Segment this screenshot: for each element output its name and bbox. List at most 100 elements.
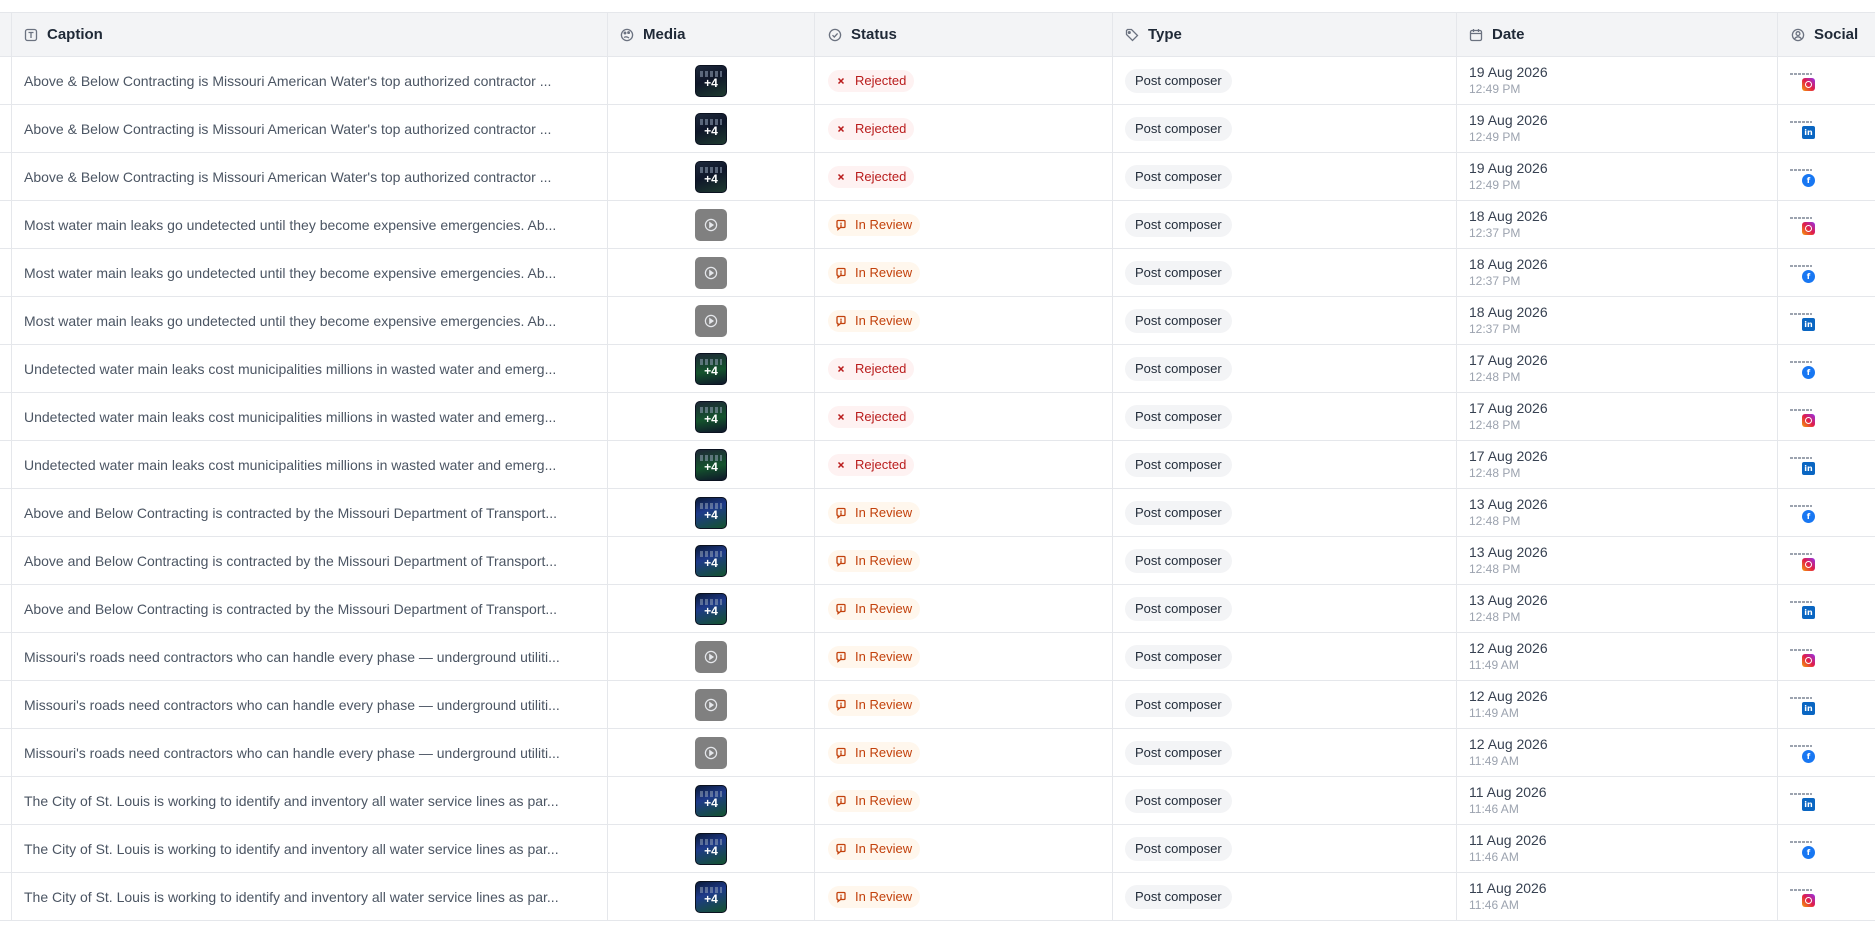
social-cell[interactable]: in bbox=[1778, 105, 1875, 152]
media-thumbnail-image[interactable]: +4 bbox=[695, 496, 727, 529]
status-cell[interactable]: Rejected bbox=[815, 345, 1113, 392]
column-header-social[interactable]: Social bbox=[1778, 13, 1875, 56]
media-thumbnail-image[interactable]: +4 bbox=[695, 880, 727, 913]
media-cell[interactable]: +4 bbox=[608, 777, 815, 824]
type-cell[interactable]: Post composer bbox=[1113, 441, 1457, 488]
media-thumbnail-video[interactable] bbox=[695, 736, 727, 769]
row-select-cell[interactable] bbox=[0, 441, 12, 488]
caption-cell[interactable]: Missouri's roads need contractors who ca… bbox=[12, 633, 608, 680]
social-cell[interactable]: in bbox=[1778, 441, 1875, 488]
table-row[interactable]: Above and Below Contracting is contracte… bbox=[0, 585, 1875, 633]
caption-cell[interactable]: Above and Below Contracting is contracte… bbox=[12, 585, 608, 632]
type-cell[interactable]: Post composer bbox=[1113, 825, 1457, 872]
media-thumbnail-image[interactable]: +4 bbox=[695, 832, 727, 865]
media-thumbnail-image[interactable]: +4 bbox=[695, 592, 727, 625]
media-cell[interactable]: +4 bbox=[608, 345, 815, 392]
date-cell[interactable]: 17 Aug 2026 12:48 PM bbox=[1457, 345, 1778, 392]
media-cell[interactable]: +4 bbox=[608, 105, 815, 152]
status-cell[interactable]: In Review bbox=[815, 201, 1113, 248]
media-thumbnail-video[interactable] bbox=[695, 640, 727, 673]
table-row[interactable]: The City of St. Louis is working to iden… bbox=[0, 777, 1875, 825]
date-cell[interactable]: 11 Aug 2026 11:46 AM bbox=[1457, 873, 1778, 920]
social-cell[interactable]: f bbox=[1778, 249, 1875, 296]
status-cell[interactable]: In Review bbox=[815, 489, 1113, 536]
caption-cell[interactable]: Undetected water main leaks cost municip… bbox=[12, 345, 608, 392]
status-cell[interactable]: In Review bbox=[815, 585, 1113, 632]
type-cell[interactable]: Post composer bbox=[1113, 633, 1457, 680]
media-thumbnail-image[interactable]: +4 bbox=[695, 160, 727, 193]
caption-cell[interactable]: Undetected water main leaks cost municip… bbox=[12, 441, 608, 488]
media-thumbnail-image[interactable]: +4 bbox=[695, 544, 727, 577]
status-cell[interactable]: In Review bbox=[815, 297, 1113, 344]
media-cell[interactable] bbox=[608, 201, 815, 248]
table-row[interactable]: Missouri's roads need contractors who ca… bbox=[0, 633, 1875, 681]
social-cell[interactable]: f bbox=[1778, 153, 1875, 200]
type-cell[interactable]: Post composer bbox=[1113, 777, 1457, 824]
media-cell[interactable]: +4 bbox=[608, 441, 815, 488]
social-cell[interactable] bbox=[1778, 393, 1875, 440]
table-row[interactable]: The City of St. Louis is working to iden… bbox=[0, 873, 1875, 921]
caption-cell[interactable]: Above & Below Contracting is Missouri Am… bbox=[12, 153, 608, 200]
type-cell[interactable]: Post composer bbox=[1113, 489, 1457, 536]
status-cell[interactable]: Rejected bbox=[815, 153, 1113, 200]
table-row[interactable]: Undetected water main leaks cost municip… bbox=[0, 345, 1875, 393]
type-cell[interactable]: Post composer bbox=[1113, 105, 1457, 152]
status-cell[interactable]: Rejected bbox=[815, 105, 1113, 152]
status-cell[interactable]: In Review bbox=[815, 873, 1113, 920]
social-cell[interactable]: f bbox=[1778, 345, 1875, 392]
row-select-cell[interactable] bbox=[0, 297, 12, 344]
date-cell[interactable]: 12 Aug 2026 11:49 AM bbox=[1457, 729, 1778, 776]
status-cell[interactable]: In Review bbox=[815, 825, 1113, 872]
row-select-cell[interactable] bbox=[0, 825, 12, 872]
date-cell[interactable]: 13 Aug 2026 12:48 PM bbox=[1457, 585, 1778, 632]
table-row[interactable]: Above & Below Contracting is Missouri Am… bbox=[0, 105, 1875, 153]
media-thumbnail-image[interactable]: +4 bbox=[695, 352, 727, 385]
row-select-cell[interactable] bbox=[0, 105, 12, 152]
media-cell[interactable]: +4 bbox=[608, 537, 815, 584]
status-cell[interactable]: In Review bbox=[815, 249, 1113, 296]
date-cell[interactable]: 13 Aug 2026 12:48 PM bbox=[1457, 537, 1778, 584]
table-row[interactable]: Above and Below Contracting is contracte… bbox=[0, 489, 1875, 537]
row-select-cell[interactable] bbox=[0, 249, 12, 296]
status-cell[interactable]: In Review bbox=[815, 777, 1113, 824]
table-row[interactable]: Above & Below Contracting is Missouri Am… bbox=[0, 153, 1875, 201]
media-cell[interactable]: +4 bbox=[608, 489, 815, 536]
row-select-cell[interactable] bbox=[0, 681, 12, 728]
social-cell[interactable] bbox=[1778, 537, 1875, 584]
media-cell[interactable]: +4 bbox=[608, 393, 815, 440]
status-cell[interactable]: In Review bbox=[815, 729, 1113, 776]
social-cell[interactable] bbox=[1778, 633, 1875, 680]
date-cell[interactable]: 19 Aug 2026 12:49 PM bbox=[1457, 57, 1778, 104]
media-cell[interactable] bbox=[608, 633, 815, 680]
media-cell[interactable] bbox=[608, 249, 815, 296]
media-thumbnail-image[interactable]: +4 bbox=[695, 112, 727, 145]
date-cell[interactable]: 11 Aug 2026 11:46 AM bbox=[1457, 825, 1778, 872]
type-cell[interactable]: Post composer bbox=[1113, 249, 1457, 296]
column-header-status[interactable]: Status bbox=[815, 13, 1113, 56]
table-row[interactable]: Most water main leaks go undetected unti… bbox=[0, 201, 1875, 249]
date-cell[interactable]: 17 Aug 2026 12:48 PM bbox=[1457, 441, 1778, 488]
row-select-cell[interactable] bbox=[0, 201, 12, 248]
type-cell[interactable]: Post composer bbox=[1113, 201, 1457, 248]
media-thumbnail-video[interactable] bbox=[695, 688, 727, 721]
media-cell[interactable] bbox=[608, 297, 815, 344]
type-cell[interactable]: Post composer bbox=[1113, 297, 1457, 344]
caption-cell[interactable]: Most water main leaks go undetected unti… bbox=[12, 201, 608, 248]
row-select-cell[interactable] bbox=[0, 393, 12, 440]
status-cell[interactable]: In Review bbox=[815, 633, 1113, 680]
row-select-cell[interactable] bbox=[0, 585, 12, 632]
row-select-cell[interactable] bbox=[0, 153, 12, 200]
table-row[interactable]: Above & Below Contracting is Missouri Am… bbox=[0, 57, 1875, 105]
caption-cell[interactable]: Undetected water main leaks cost municip… bbox=[12, 393, 608, 440]
column-header-media[interactable]: Media bbox=[608, 13, 815, 56]
social-cell[interactable]: in bbox=[1778, 297, 1875, 344]
table-row[interactable]: Above and Below Contracting is contracte… bbox=[0, 537, 1875, 585]
media-thumbnail-video[interactable] bbox=[695, 304, 727, 337]
table-row[interactable]: The City of St. Louis is working to iden… bbox=[0, 825, 1875, 873]
caption-cell[interactable]: The City of St. Louis is working to iden… bbox=[12, 825, 608, 872]
date-cell[interactable]: 12 Aug 2026 11:49 AM bbox=[1457, 681, 1778, 728]
row-select-cell[interactable] bbox=[0, 633, 12, 680]
date-cell[interactable]: 18 Aug 2026 12:37 PM bbox=[1457, 249, 1778, 296]
media-cell[interactable]: +4 bbox=[608, 873, 815, 920]
social-cell[interactable]: f bbox=[1778, 489, 1875, 536]
